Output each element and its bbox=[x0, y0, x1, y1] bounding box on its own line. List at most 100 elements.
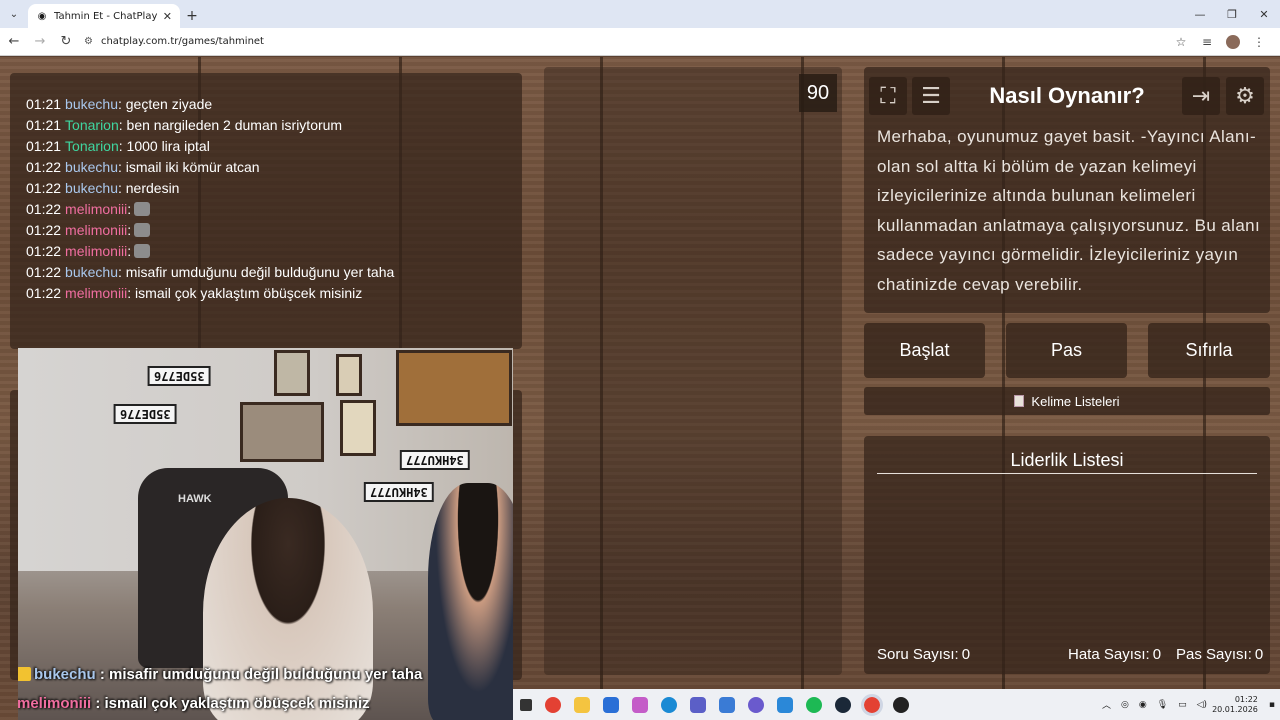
notification-icon[interactable]: ▪ bbox=[1269, 700, 1275, 710]
wall-poster bbox=[336, 354, 362, 396]
chrome-icon[interactable] bbox=[544, 696, 561, 713]
error-count-label: Hata Sayısı: bbox=[1068, 646, 1150, 663]
chat-text: : bbox=[127, 243, 132, 259]
file-explorer-icon[interactable] bbox=[573, 696, 590, 713]
back-arrow-icon[interactable]: ← bbox=[2, 30, 26, 54]
recording-app-icon[interactable] bbox=[892, 696, 909, 713]
chatplay-favicon-icon: ◉ bbox=[37, 10, 47, 22]
close-window-icon[interactable]: ✕ bbox=[1248, 0, 1280, 28]
forward-arrow-icon[interactable]: → bbox=[28, 30, 52, 54]
chat-time: 01:22 bbox=[26, 264, 62, 280]
chat-text: : bbox=[127, 222, 132, 238]
media-control-icon[interactable]: ≡ bbox=[1194, 35, 1220, 49]
restore-icon[interactable]: ❐ bbox=[1216, 0, 1248, 28]
remote-desktop-icon[interactable] bbox=[776, 696, 793, 713]
leaderboard-divider bbox=[877, 473, 1257, 474]
chat-time: 01:22 bbox=[26, 159, 62, 175]
chat-time: 01:22 bbox=[26, 222, 62, 238]
error-count-value: 0 bbox=[1152, 646, 1162, 663]
copilot-icon[interactable] bbox=[631, 696, 648, 713]
chat-message: 01:22 melimoniii: ismail çok yaklaştım öb… bbox=[26, 283, 394, 304]
chat-username[interactable]: Tonarion bbox=[65, 117, 119, 133]
chat-text: : ben nargileden 2 duman isriytorum bbox=[118, 117, 343, 133]
tab-title: Tahmin Et - ChatPlay bbox=[54, 10, 158, 22]
bookmark-star-icon[interactable]: ☆ bbox=[1168, 35, 1194, 49]
reset-button[interactable]: Sıfırla bbox=[1148, 323, 1270, 378]
microphone-icon[interactable]: 🎙 bbox=[1157, 700, 1168, 710]
chat-username[interactable]: melimoniii bbox=[65, 243, 127, 259]
new-tab-button[interactable]: + bbox=[180, 4, 204, 28]
taskbar: ︿ ◎ ◉ 🎙 ▭ ◁) 01:22 20.01.2026 ▪ bbox=[513, 689, 1280, 720]
tab-active[interactable]: ◉ Tahmin Et - ChatPlay ✕ bbox=[28, 4, 180, 28]
taskview-icon[interactable] bbox=[519, 698, 532, 711]
tab-bar: ⌄ ◉ Tahmin Et - ChatPlay ✕ + — ❐ ✕ bbox=[0, 0, 1280, 28]
browser-menu-icon[interactable]: ⋮ bbox=[1246, 35, 1272, 49]
chat-username[interactable]: melimoniii bbox=[65, 201, 127, 217]
tab-close-icon[interactable]: ✕ bbox=[163, 10, 172, 23]
chat-username[interactable]: bukechu bbox=[65, 96, 118, 112]
store-icon[interactable] bbox=[602, 696, 619, 713]
tray-app-icon[interactable]: ◎ bbox=[1121, 700, 1129, 710]
tray-chevron-icon[interactable]: ︿ bbox=[1102, 698, 1111, 711]
chat-username[interactable]: Tonarion bbox=[65, 138, 119, 154]
streamer-person bbox=[203, 498, 373, 720]
clock-time: 01:22 bbox=[1234, 694, 1258, 704]
chat-username[interactable]: melimoniii bbox=[65, 222, 127, 238]
plate-sticker: 35DE776 bbox=[148, 366, 211, 386]
wall-poster bbox=[340, 400, 376, 456]
pass-button[interactable]: Pas bbox=[1006, 323, 1127, 378]
chat-time: 01:22 bbox=[26, 180, 62, 196]
discord-icon[interactable] bbox=[747, 696, 764, 713]
site-info-icon[interactable]: ⚙ bbox=[84, 36, 93, 47]
reload-icon[interactable]: ↻ bbox=[54, 30, 78, 54]
edge-icon[interactable] bbox=[660, 696, 677, 713]
chat-text: : ismail çok yaklaştım öbüşcek misiniz bbox=[127, 285, 363, 301]
chat-username[interactable]: bukechu bbox=[65, 180, 118, 196]
system-tray: ︿ ◎ ◉ 🎙 ▭ ◁) 01:22 20.01.2026 ▪ bbox=[1097, 689, 1280, 720]
overlay-user: melimoniii bbox=[18, 695, 92, 712]
center-panel bbox=[544, 67, 842, 675]
chat-message: 01:21 Tonarion: ben nargileden 2 duman is… bbox=[26, 115, 394, 136]
settings-gear-icon[interactable]: ⚙ bbox=[1226, 77, 1264, 115]
steam-icon[interactable] bbox=[834, 696, 851, 713]
tab-search-chevron-icon[interactable]: ⌄ bbox=[0, 0, 28, 28]
app-icon[interactable] bbox=[718, 696, 735, 713]
chat-time: 01:22 bbox=[26, 201, 62, 217]
chat-text: : bbox=[127, 201, 132, 217]
sub-badge-icon bbox=[18, 667, 31, 681]
clock[interactable]: 01:22 20.01.2026 bbox=[1212, 695, 1258, 715]
tray-app-icon[interactable]: ◉ bbox=[1139, 700, 1147, 710]
chat-username[interactable]: melimoniii bbox=[65, 285, 127, 301]
cat-emote-icon bbox=[134, 244, 151, 258]
teams-icon[interactable] bbox=[689, 696, 706, 713]
chat-text: : nerdesin bbox=[117, 180, 180, 196]
how-to-text: Merhaba, oyunumuz gayet basit. -Yayıncı … bbox=[877, 127, 1261, 294]
logout-icon[interactable]: ⇥ bbox=[1182, 77, 1220, 115]
wall-frame bbox=[240, 402, 324, 462]
chat-username[interactable]: bukechu bbox=[65, 159, 118, 175]
chat-list: 01:21 bukechu: geçten ziyade 01:21 Tonarion… bbox=[26, 94, 394, 304]
chat-time: 01:22 bbox=[26, 285, 62, 301]
plate-sticker: 34HKU777 bbox=[364, 482, 434, 502]
countdown-timer: 90 bbox=[799, 74, 837, 112]
chat-text: : 1000 lira iptal bbox=[118, 138, 210, 154]
network-icon[interactable]: ▭ bbox=[1178, 700, 1187, 710]
start-button[interactable]: Başlat bbox=[864, 323, 985, 378]
chat-message: 01:22 melimoniii: bbox=[26, 241, 394, 262]
chat-message: 01:22 melimoniii: bbox=[26, 199, 394, 220]
question-count-value: 0 bbox=[961, 646, 971, 663]
chat-username[interactable]: bukechu bbox=[65, 264, 118, 280]
chat-message: 01:21 Tonarion: 1000 lira iptal bbox=[26, 136, 394, 157]
url-field[interactable]: ⚙ chatplay.com.tr/games/tahminet bbox=[84, 30, 1168, 53]
profile-avatar[interactable] bbox=[1226, 34, 1240, 49]
word-lists-button[interactable]: Kelime Listeleri bbox=[864, 387, 1270, 415]
list-icon bbox=[1014, 395, 1025, 407]
chat-text: : geçten ziyade bbox=[117, 96, 213, 112]
volume-icon[interactable]: ◁) bbox=[1197, 700, 1207, 710]
overlay-message: : ismail çok yaklaştım öbüşcek misiniz bbox=[91, 695, 370, 712]
overlay-line: melimoniii : ismail çok yaklaştım öbüşce… bbox=[18, 695, 513, 712]
chat-message: 01:22 bukechu: nerdesin bbox=[26, 178, 394, 199]
chrome-active-icon[interactable] bbox=[860, 693, 883, 716]
spotify-icon[interactable] bbox=[805, 696, 822, 713]
minimize-icon[interactable]: — bbox=[1184, 0, 1216, 28]
